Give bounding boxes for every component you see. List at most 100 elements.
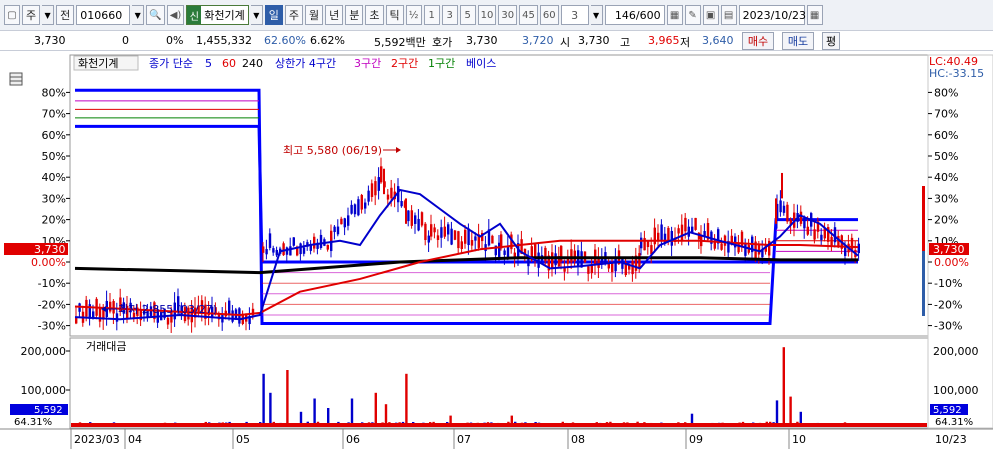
count-total: /600 [635,8,661,22]
candle-body [638,253,641,268]
interval-10-button[interactable]: 10 [477,5,497,25]
y-axis-left: 80%70%60%50%40%30%20%10%0.00%-10%-20%-30… [31,86,70,333]
tab-period-day[interactable]: 일 [264,5,283,25]
candle-body [430,224,433,237]
chart-canvas[interactable]: 80%70%60%50%40%30%20%10%0.00%-10%-20%-30… [0,51,993,450]
search-icon[interactable]: 🔍 [146,5,165,25]
candle-body [660,224,663,242]
interval-5-button[interactable]: 5 [459,5,476,25]
candle-body [380,166,383,183]
y-tick-right: 40% [934,171,958,184]
interval-30-button[interactable]: 30 [498,5,518,25]
stock-badge: 신 [187,6,202,24]
eval-button[interactable]: 평 [822,32,840,50]
y-tick-right: -20% [934,298,962,311]
candle-body [573,250,576,262]
candle-body [850,237,854,250]
print-icon[interactable]: ▤ [720,5,737,25]
candle-body [813,229,816,240]
y-tick-right: 0.00% [934,256,969,269]
y-tick-right: 20% [934,214,958,227]
candle-body [614,257,617,272]
x-tick-label: 08 [571,433,585,446]
y-tick-left: 30% [42,192,66,205]
candle-body [364,202,367,209]
interval-60-button[interactable]: 60 [539,5,559,25]
tab-period-year[interactable]: 년 [325,5,344,25]
buy-button[interactable]: 매수 [742,32,774,50]
save-icon[interactable]: ▣ [702,5,719,25]
calendar-icon[interactable]: ▦ [806,5,823,25]
x-tick-label: 07 [457,433,471,446]
tab-period-week[interactable]: 주 [284,5,304,25]
volume-bar [782,347,785,427]
scroll-indicator-up[interactable] [922,186,925,251]
interval-value-input[interactable]: 3 [560,5,589,25]
grid-settings-icon[interactable]: ▦ [666,5,683,25]
high-annotation: 최고 5,580 (06/19) [283,144,382,157]
candle-body [830,236,833,247]
count-input[interactable]: 146 /600 [604,5,665,25]
open-label: 시 [560,36,571,49]
fraction-button[interactable]: ½ [405,5,422,25]
candle-body [377,177,380,191]
volume-bar [789,396,792,427]
candle-body [420,212,424,226]
candle-body [740,231,744,247]
candle-body [386,194,390,200]
scroll-indicator-down[interactable] [922,251,925,316]
name-dropdown-icon[interactable]: ▼ [250,5,263,25]
candle-body [503,250,506,255]
tools-icon[interactable]: ✎ [684,5,701,25]
stock-name-field[interactable]: 신 화천기계 [186,5,249,25]
volume-bar [313,398,316,427]
chart-settings-icon[interactable] [9,72,23,86]
y-tick-left: 40% [42,171,66,184]
interval-1-button[interactable]: 1 [423,5,440,25]
candle-body [436,235,440,240]
candle-body [757,244,761,255]
candle-body [844,246,847,256]
y-tick-left: 0.00% [31,256,66,269]
candle-body [779,200,782,213]
code-dropdown-icon[interactable]: ▼ [132,5,145,25]
candle-body [640,237,643,249]
price-change-pct: 0% [166,34,184,47]
chevron-down-icon[interactable]: ▼ [42,5,55,25]
candle-body [112,301,115,314]
candle-body [390,187,393,199]
interval-45-button[interactable]: 45 [519,5,538,25]
legend-ma60: 60 [222,57,236,70]
tab-period-second[interactable]: 초 [365,5,384,25]
open-price: 3,730 [578,34,610,47]
legend-stock-name: 화천기계 [78,56,118,70]
candle-body [98,307,102,322]
y-tick-left: -30% [38,320,66,333]
legend-ma240: 240 [242,57,263,70]
candle-body [631,260,634,275]
candle-body [570,249,573,263]
date-input[interactable]: 2023/10/23 [738,5,806,25]
x-tick-label: 10 [792,433,806,446]
tab-period-tick[interactable]: 틱 [385,5,404,25]
interval-3-button[interactable]: 3 [441,5,458,25]
interval-dropdown-icon[interactable]: ▼ [590,5,603,25]
volume-tick-200k-left: 200,000 [21,345,67,358]
candle-body [353,204,357,215]
chart-area[interactable]: 80% 70% 60% 50% 40% 30% 20% 10% 0.00% -10% -20% -30… [0,51,993,450]
candle-body [272,248,275,253]
x-tick-label: 2023/03 [74,433,120,446]
candle-body [417,218,420,231]
sell-button[interactable]: 매도 [782,32,814,50]
tab-period-minute[interactable]: 분 [345,5,364,25]
stock-code-input[interactable]: 010660 [76,5,131,25]
candle-body [319,234,323,248]
prev-button[interactable]: 전 [56,5,75,25]
candle-body [730,235,733,243]
candle-body [450,228,453,245]
market-select[interactable]: 주 [22,5,41,25]
legend-ma-label: 종가 단순 [149,57,193,70]
tab-period-month[interactable]: 월 [305,5,324,25]
speaker-icon[interactable]: ◀) [166,5,185,25]
layout-icon[interactable]: ▢ [4,5,20,25]
